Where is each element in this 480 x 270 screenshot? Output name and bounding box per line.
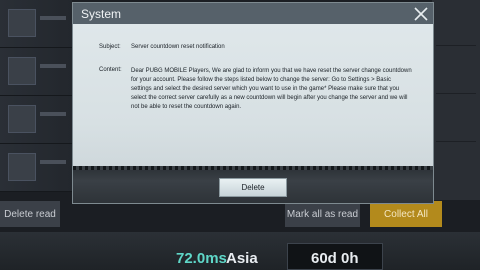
dialog-title: System	[81, 7, 122, 21]
mail-list	[0, 0, 72, 200]
message-content: Dear PUBG MOBILE Players, We are glad to…	[131, 68, 412, 110]
footer-divider	[73, 166, 433, 170]
close-icon	[414, 7, 428, 21]
list-item[interactable]	[0, 144, 72, 192]
delete-button[interactable]: Delete	[219, 178, 287, 197]
collect-all-button[interactable]: Collect All	[370, 201, 442, 227]
mail-preview-line	[40, 160, 66, 164]
mail-preview-line	[40, 112, 66, 116]
mail-icon	[8, 153, 36, 181]
panel-divider	[436, 0, 476, 46]
ping-value: 72.0ms	[176, 250, 227, 267]
system-dialog: System Subject: Server countdown reset n…	[72, 2, 434, 204]
server-countdown: 60d 0h	[311, 250, 359, 267]
content-label: Content:	[99, 67, 122, 73]
subject-text: Server countdown reset notification	[131, 44, 225, 50]
mail-icon	[8, 9, 36, 37]
panel-divider	[436, 48, 476, 94]
delete-read-button[interactable]: Delete read	[0, 201, 60, 227]
server-region: Asia	[226, 250, 258, 267]
mail-icon	[8, 57, 36, 85]
mark-all-read-button[interactable]: Mark all as read	[285, 201, 360, 227]
mail-detail-panel	[432, 0, 480, 200]
dialog-header: System	[73, 3, 433, 24]
mail-preview-line	[40, 64, 66, 68]
game-screen: Delete read Mark all as read Collect All…	[0, 0, 480, 270]
close-button[interactable]	[412, 5, 430, 23]
panel-divider	[436, 96, 476, 142]
subject-label: Subject:	[99, 44, 121, 50]
list-item[interactable]	[0, 0, 72, 48]
mail-preview-line	[40, 16, 66, 20]
dialog-body: Subject: Server countdown reset notifica…	[73, 24, 433, 166]
list-item[interactable]	[0, 96, 72, 144]
list-item[interactable]	[0, 48, 72, 96]
mail-icon	[8, 105, 36, 133]
